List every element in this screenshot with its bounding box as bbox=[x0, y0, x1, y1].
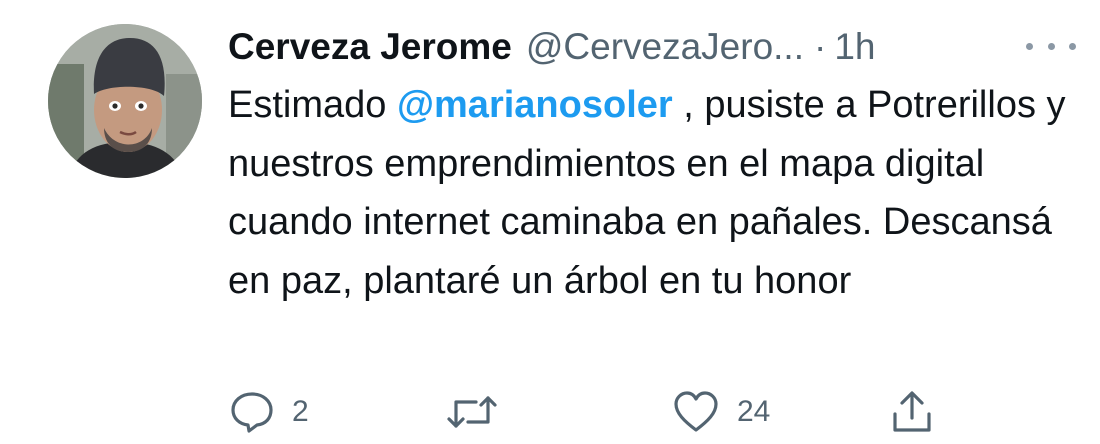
tweet-text: Estimado @marianosoler , pusiste a Potre… bbox=[228, 76, 1078, 310]
like-count: 24 bbox=[737, 395, 771, 428]
more-options-icon[interactable] bbox=[1026, 34, 1076, 58]
author-display-name[interactable]: Cerveza Jerome bbox=[228, 22, 512, 72]
tweet-header: Cerveza Jerome @CervezaJero... · 1h bbox=[228, 22, 875, 72]
share-icon bbox=[893, 391, 931, 432]
mention-link[interactable]: @marianosoler bbox=[397, 84, 673, 126]
author-avatar[interactable] bbox=[48, 24, 202, 178]
share-button[interactable] bbox=[888, 388, 936, 436]
header-separator: · bbox=[814, 26, 827, 67]
tweet-actions: 2 24 bbox=[228, 388, 1048, 436]
more-dot bbox=[1047, 42, 1055, 50]
more-dot bbox=[1026, 42, 1033, 50]
retweet-icon bbox=[447, 396, 497, 428]
tweet[interactable]: Cerveza Jerome @CervezaJero... · 1h Esti… bbox=[0, 0, 1100, 444]
tweet-text-start: Estimado bbox=[228, 84, 397, 126]
like-button[interactable]: 24 bbox=[671, 388, 770, 436]
tweet-timestamp[interactable]: 1h bbox=[834, 22, 875, 72]
more-dot bbox=[1069, 42, 1076, 50]
reply-count: 2 bbox=[292, 395, 309, 428]
like-icon bbox=[674, 391, 718, 432]
reply-icon bbox=[231, 392, 273, 433]
reply-button[interactable]: 2 bbox=[228, 388, 309, 436]
author-handle[interactable]: @CervezaJero... bbox=[526, 22, 804, 72]
retweet-button[interactable] bbox=[444, 388, 516, 436]
avatar-photo bbox=[48, 24, 202, 178]
